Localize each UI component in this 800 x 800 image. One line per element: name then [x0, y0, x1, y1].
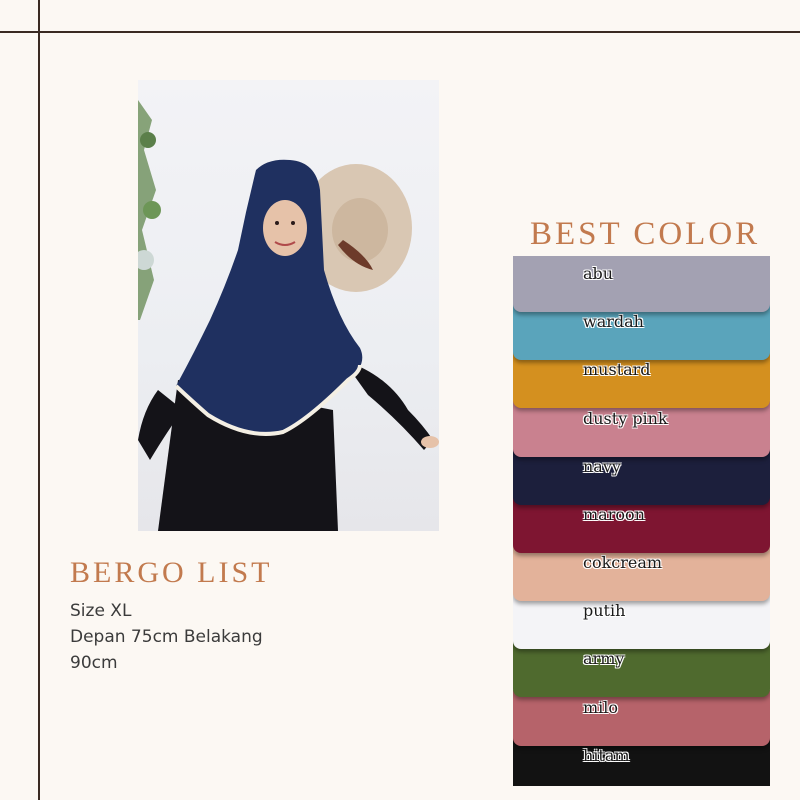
color-swatch-army[interactable]: army — [513, 641, 770, 698]
color-swatch-putih[interactable]: putih — [513, 593, 770, 650]
color-swatch-mustard[interactable]: mustard — [513, 352, 770, 409]
dimensions-text-line2: 90cm — [70, 653, 118, 673]
color-swatch-label: maroon — [583, 504, 645, 524]
color-swatch-label: mustard — [583, 360, 651, 380]
color-swatch-maroon[interactable]: maroon — [513, 496, 770, 553]
color-swatch-label: abu — [583, 264, 614, 283]
color-swatch-label: dusty pink — [583, 408, 668, 428]
best-color-title: BEST COLOR — [530, 216, 761, 252]
color-swatch-dusty-pink[interactable]: dusty pink — [513, 400, 770, 457]
model-photo-illustration — [138, 100, 439, 531]
color-swatch-label: milo — [583, 697, 619, 717]
color-swatch-label: navy — [583, 456, 621, 476]
size-text: Size XL — [70, 601, 132, 621]
color-swatch-list: abu wardah mustard dusty pink navy maroon cokc… — [513, 256, 770, 786]
color-swatch-cokcream[interactable]: cokcream — [513, 545, 770, 602]
color-swatch-label: cokcream — [583, 553, 663, 573]
color-swatch-label: hitam — [583, 745, 630, 765]
product-title: BERGO LIST — [70, 556, 273, 589]
dimensions-text-line1: Depan 75cm Belakang — [70, 627, 263, 647]
color-swatch-milo[interactable]: milo — [513, 689, 770, 746]
color-swatch-label: wardah — [583, 312, 644, 332]
top-divider-line — [0, 31, 800, 33]
left-divider-line — [38, 0, 40, 800]
color-swatch-label: putih — [583, 601, 626, 621]
color-swatch-wardah[interactable]: wardah — [513, 304, 770, 361]
color-swatch-label: army — [583, 649, 625, 669]
color-swatch-abu[interactable]: abu — [513, 256, 770, 312]
color-swatch-navy[interactable]: navy — [513, 448, 770, 505]
product-details: Size XL Depan 75cm Belakang 90cm — [70, 598, 330, 676]
product-photo — [138, 80, 439, 531]
